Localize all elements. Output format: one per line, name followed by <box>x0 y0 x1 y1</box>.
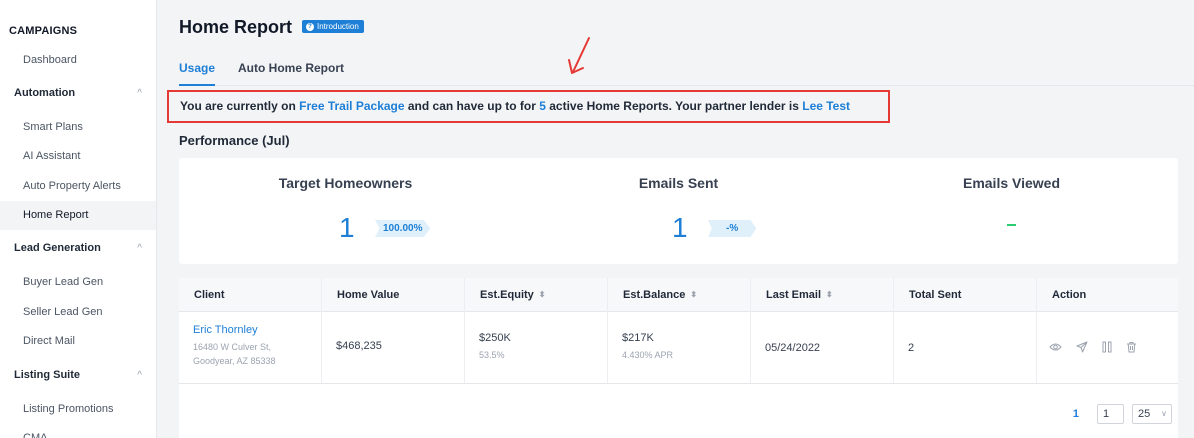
sidebar-item-buyer-lead-gen[interactable]: Buyer Lead Gen <box>0 268 156 297</box>
introduction-badge[interactable]: ? Introduction <box>302 20 364 33</box>
clients-table: Client Home Value Est.Equity ⬍ Est.Balanc… <box>179 278 1178 438</box>
page-jump-input[interactable]: 1 <box>1097 404 1124 424</box>
usage-notice: You are currently on Free Trail Package … <box>167 90 890 123</box>
chevron-down-icon: ∨ <box>1161 409 1167 418</box>
sidebar-item-home-report[interactable]: Home Report <box>0 201 156 230</box>
header-home-value: Home Value <box>337 289 400 301</box>
lender-link[interactable]: Lee Test <box>802 99 850 113</box>
sidebar-item-smart-plans[interactable]: Smart Plans <box>0 113 156 142</box>
pagination: 1 1 25 ∨ <box>1073 404 1172 424</box>
client-name-link[interactable]: Eric Thornley <box>193 324 276 336</box>
sidebar-item-listing-promotions[interactable]: Listing Promotions <box>0 395 156 424</box>
cell-total-sent: 2 <box>908 342 915 354</box>
chevron-up-icon[interactable]: ^ <box>137 234 142 263</box>
equity-percent: 53.5% <box>479 350 505 360</box>
header-est-equity[interactable]: Est.Equity ⬍ <box>479 278 546 312</box>
eye-icon[interactable] <box>1049 342 1062 352</box>
stat-label: Emails Sent <box>638 175 719 191</box>
client-address-line1: 16480 W Culver St, <box>193 342 272 352</box>
sidebar-item-seller-lead-gen[interactable]: Seller Lead Gen <box>0 298 156 327</box>
notice-text: You are currently on <box>180 99 300 113</box>
stat-emails-sent: Emails Sent 1 -% <box>512 158 845 264</box>
stat-value: 1 <box>672 212 688 243</box>
sidebar-item-auto-property-alerts[interactable]: Auto Property Alerts <box>0 172 156 201</box>
sort-icon[interactable]: ⬍ <box>690 291 697 299</box>
sidebar-section-label: Listing Suite <box>14 369 80 381</box>
header-total-sent: Total Sent <box>909 289 962 301</box>
header-client: Client <box>194 289 225 301</box>
chevron-up-icon[interactable]: ^ <box>137 79 142 108</box>
page-size-value: 25 <box>1138 408 1151 420</box>
stat-percentage: 100.00% <box>375 220 431 237</box>
introduction-label: Introduction <box>317 22 359 31</box>
balance-value: $217K <box>622 332 654 344</box>
sidebar: CAMPAIGNS Dashboard Automation ^ Smart P… <box>0 0 157 438</box>
performance-card: Target Homeowners 1 100.00% Emails Sent … <box>179 158 1178 264</box>
table-row: Eric Thornley 16480 W Culver St, Goodyea… <box>179 312 1178 384</box>
tab-auto-home-report[interactable]: Auto Home Report <box>238 60 344 86</box>
header-label: Est.Balance <box>623 289 686 301</box>
sort-icon[interactable]: ⬍ <box>539 291 546 299</box>
sidebar-section-label: Lead Generation <box>14 242 101 254</box>
header-label: Last Email <box>766 289 822 301</box>
trash-icon[interactable] <box>1126 341 1137 353</box>
page-size-select[interactable]: 25 ∨ <box>1132 404 1172 424</box>
stat-target-homeowners: Target Homeowners 1 100.00% <box>179 158 512 264</box>
header-action: Action <box>1052 289 1087 301</box>
header-label: Est.Equity <box>480 289 534 301</box>
notice-text: active Home Reports. Your partner lender… <box>545 99 803 113</box>
tab-bar: Usage Auto Home Report <box>179 60 1194 86</box>
sidebar-section-lead-generation[interactable]: Lead Generation ^ <box>0 234 156 263</box>
sort-icon[interactable]: ⬍ <box>826 291 833 299</box>
report-count: 5 <box>539 99 546 113</box>
tab-usage[interactable]: Usage <box>179 60 216 86</box>
send-icon[interactable] <box>1076 341 1088 353</box>
equity-value: $250K <box>479 332 511 344</box>
sidebar-section-listing-suite[interactable]: Listing Suite ^ <box>0 361 156 390</box>
balance-apr: 4.430% APR <box>622 350 674 360</box>
sidebar-title: CAMPAIGNS <box>9 25 78 37</box>
stat-label: Target Homeowners <box>278 175 413 191</box>
cell-est-balance: $217K 4.430% APR <box>622 332 673 360</box>
cell-client: Eric Thornley 16480 W Culver St, Goodyea… <box>193 324 276 368</box>
header-last-email[interactable]: Last Email ⬍ <box>765 278 833 312</box>
question-icon: ? <box>306 22 314 31</box>
header-est-balance[interactable]: Est.Balance ⬍ <box>622 278 697 312</box>
cell-home-value: $468,235 <box>336 340 382 352</box>
page-current[interactable]: 1 <box>1073 408 1079 420</box>
table-header: Client Home Value Est.Equity ⬍ Est.Balanc… <box>179 278 1178 312</box>
sidebar-item-ai-assistant[interactable]: AI Assistant <box>0 142 156 171</box>
main-content: Home Report ? Introduction Usage Auto Ho… <box>157 0 1194 438</box>
chevron-up-icon[interactable]: ^ <box>137 361 142 390</box>
sidebar-item-direct-mail[interactable]: Direct Mail <box>0 327 156 356</box>
performance-title: Performance (Jul) <box>179 133 290 148</box>
sidebar-section-label: Automation <box>14 87 76 99</box>
page-title: Home Report <box>179 17 293 37</box>
sidebar-section-automation[interactable]: Automation ^ <box>0 79 156 108</box>
notice-text: and can have up to for <box>404 99 540 113</box>
sidebar-item-cma[interactable]: CMA <box>0 424 156 438</box>
stat-emails-viewed: Emails Viewed <box>845 158 1178 264</box>
row-actions <box>1049 341 1137 353</box>
package-link[interactable]: Free Trail Package <box>299 99 404 113</box>
cell-est-equity: $250K 53.5% <box>479 332 511 360</box>
stat-value: 1 <box>339 212 355 243</box>
cell-last-email: 05/24/2022 <box>765 342 821 354</box>
pause-icon[interactable] <box>1102 341 1112 353</box>
stat-percentage: -% <box>708 220 757 237</box>
sidebar-item-dashboard[interactable]: Dashboard <box>0 46 156 75</box>
client-address-line2: Goodyear, AZ 85338 <box>193 356 276 366</box>
stat-empty-dash <box>1007 224 1016 226</box>
stat-label: Emails Viewed <box>962 175 1060 191</box>
